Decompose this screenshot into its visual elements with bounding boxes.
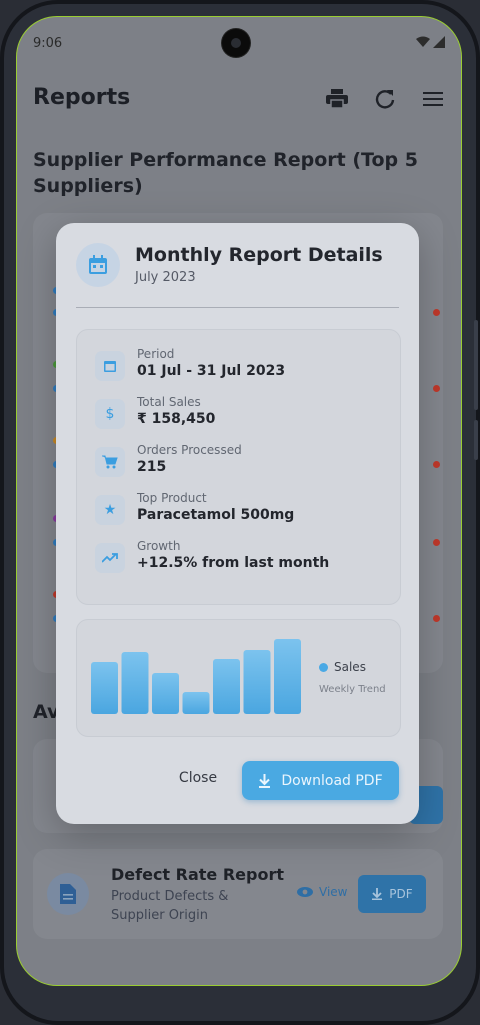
app-bar: Reports: [17, 77, 461, 133]
detail-value: Paracetamol 500mg: [137, 507, 295, 523]
legend-dot: [433, 385, 440, 392]
detail-value: 01 Jul - 31 Jul 2023: [137, 363, 286, 379]
detail-label: Growth: [137, 539, 181, 553]
chart-bar: [152, 673, 179, 714]
download-icon: [259, 773, 271, 788]
chart-legend: Sales: [319, 660, 366, 674]
bar-chart: [91, 639, 301, 714]
detail-row-period: Period 01 Jul - 31 Jul 2023: [95, 347, 385, 387]
page-title: Reports: [33, 85, 131, 110]
download-icon: [372, 888, 383, 900]
chart-bar: [121, 652, 149, 714]
camera-cutout: [222, 29, 250, 57]
chart-bar: [274, 639, 301, 714]
app-bar-actions: [323, 85, 447, 113]
menu-button[interactable]: [419, 85, 447, 113]
chart-caption: Weekly Trend: [319, 684, 386, 695]
report-title: Defect Rate Report: [111, 865, 284, 884]
defect-rate-card: Defect Rate Report Product Defects & Sup…: [33, 849, 443, 939]
view-label: View: [319, 885, 348, 899]
chart-bar: [213, 659, 240, 714]
pdf-button[interactable]: PDF: [358, 875, 426, 913]
pdf-label: PDF: [389, 887, 413, 901]
trending-up-icon: [95, 543, 125, 573]
chart-bar: [182, 692, 210, 714]
star-icon: ★: [95, 495, 125, 525]
download-label: Download PDF: [281, 772, 383, 789]
detail-label: Top Product: [137, 491, 207, 505]
menu-icon: [423, 92, 443, 106]
refresh-icon: [375, 90, 395, 109]
chart-bar: [243, 650, 271, 714]
refresh-button[interactable]: [371, 85, 399, 113]
document-icon: [47, 873, 89, 915]
detail-row-total-sales: $ Total Sales ₹ 158,450: [95, 395, 385, 435]
report-subtitle: Product Defects & Supplier Origin: [111, 889, 229, 923]
print-button[interactable]: [323, 85, 351, 113]
dialog-title: Monthly Report Details: [135, 244, 383, 266]
system-icons: [416, 36, 445, 48]
legend-dot: [433, 461, 440, 468]
power-button: [474, 420, 478, 460]
status-time: 9:06: [33, 36, 63, 51]
monthly-report-dialog: Monthly Report Details July 2023 Period …: [56, 223, 419, 824]
detail-row-top-product: ★ Top Product Paracetamol 500mg: [95, 491, 385, 531]
detail-value: 215: [137, 459, 167, 475]
legend-dot: [433, 615, 440, 622]
eye-icon: [297, 887, 313, 897]
chart-bar: [91, 662, 118, 714]
legend-dot: [433, 309, 440, 316]
legend-dot: [433, 539, 440, 546]
detail-row-orders: Orders Processed 215: [95, 443, 385, 483]
detail-row-growth: Growth +12.5% from last month: [95, 539, 385, 579]
weekly-trend-chart: Sales Weekly Trend: [76, 619, 401, 737]
print-icon: [326, 89, 348, 109]
detail-value: ₹ 158,450: [137, 411, 216, 427]
view-button[interactable]: View: [297, 885, 347, 899]
dialog-subtitle: July 2023: [135, 270, 196, 285]
dollar-icon: $: [95, 399, 125, 429]
legend-swatch: [319, 662, 328, 672]
close-button[interactable]: Close: [166, 770, 230, 792]
detail-label: Total Sales: [137, 395, 201, 409]
cart-icon: [95, 447, 125, 477]
download-pdf-button[interactable]: Download PDF: [242, 761, 399, 800]
calendar-icon: [76, 243, 120, 287]
volume-button: [474, 320, 478, 410]
calendar-icon: [95, 351, 125, 381]
signal-icon: [433, 36, 445, 48]
status-bar: 9:06: [17, 17, 461, 69]
detail-label: Orders Processed: [137, 443, 242, 457]
detail-label: Period: [137, 347, 175, 361]
divider: [76, 307, 399, 308]
detail-value: +12.5% from last month: [137, 555, 330, 571]
section-title: Supplier Performance Report (Top 5 Suppl…: [33, 149, 418, 197]
details-panel: Period 01 Jul - 31 Jul 2023 $ Total Sale…: [76, 329, 401, 605]
legend-label: Sales: [334, 660, 366, 674]
wifi-icon: [416, 36, 430, 47]
